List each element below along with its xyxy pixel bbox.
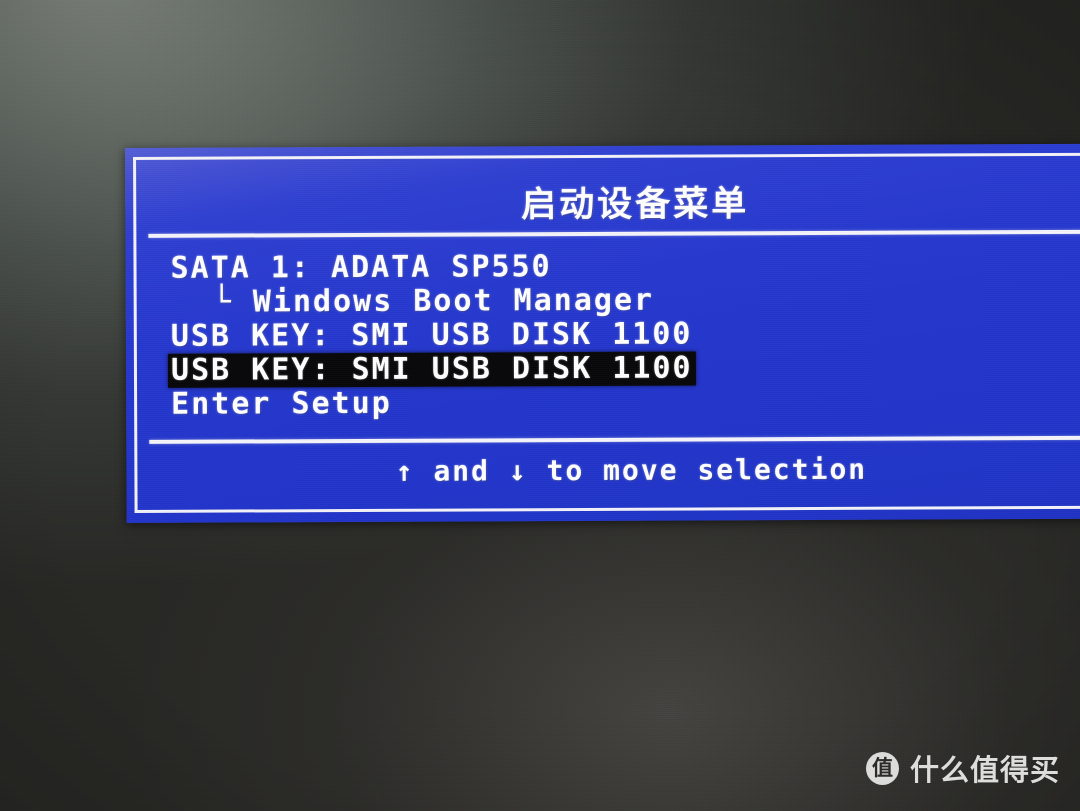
move-selection-hint: ↑ and ↓ to move selection	[395, 452, 868, 488]
list-item-windows-boot-manager[interactable]: └ Windows Boot Manager	[168, 283, 658, 320]
bios-panel: 启动设备菜单 SATA 1: ADATA SP550 └ Windows Boo…	[125, 143, 1080, 523]
panel-title-row: 启动设备菜单	[125, 174, 1080, 229]
screenshot-root: 启动设备菜单 SATA 1: ADATA SP550 └ Windows Boo…	[0, 0, 1080, 811]
watermark: 值 什么值得买	[865, 747, 1060, 789]
watermark-label: 什么值得买	[909, 753, 1060, 787]
list-item-enter-setup[interactable]: Enter Setup	[168, 386, 395, 422]
list-item-usb-key-1[interactable]: USB KEY: SMI USB DISK 1100	[168, 317, 696, 354]
boot-device-list: SATA 1: ADATA SP550 └ Windows Boot Manag…	[167, 248, 1068, 422]
panel-footer-row: ↑ and ↓ to move selection	[126, 452, 1080, 489]
page-title: 启动设备菜单	[521, 184, 750, 226]
list-item-sata1[interactable]: SATA 1: ADATA SP550	[167, 249, 554, 286]
list-item-usb-key-2-selected[interactable]: USB KEY: SMI USB DISK 1100	[167, 351, 696, 388]
smzdm-logo-icon: 值	[865, 751, 899, 785]
